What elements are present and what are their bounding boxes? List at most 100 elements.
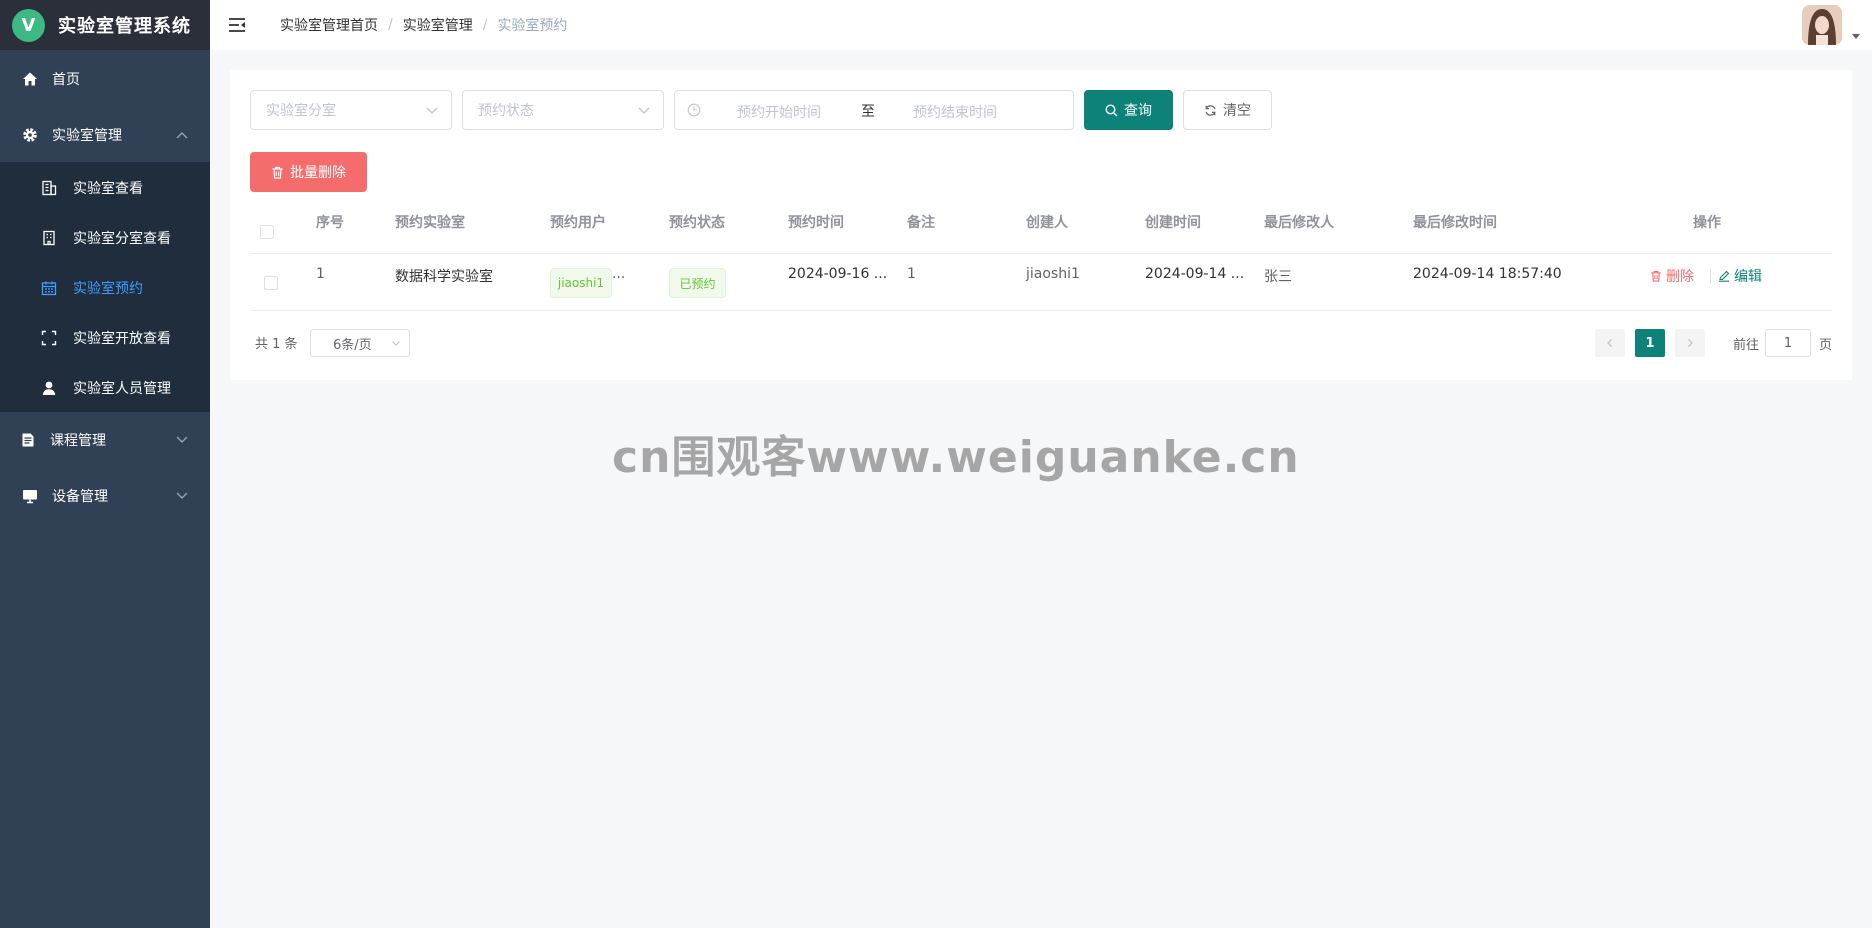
sidebar-item-course-management[interactable]: 课程管理 [0,412,210,468]
sidebar-subitem-lab-view[interactable]: 实验室查看 [0,163,210,213]
trash-icon [271,166,284,179]
status-select[interactable]: 预约状态 [462,90,664,130]
query-button-label: 查询 [1124,103,1152,119]
cell-user-more: ... [612,266,626,282]
top-header: 实验室管理首页 / 实验室管理 / 实验室预约 [210,0,1872,50]
sidebar-subitem-label: 实验室分室查看 [73,231,171,247]
goto-page-input[interactable]: 1 [1765,329,1811,357]
cell-created: 2024-09-14 ... [1145,266,1245,282]
date-range-picker[interactable]: 预约开始时间 至 预约结束时间 [674,90,1074,130]
room-select[interactable]: 实验室分室 [250,90,452,130]
chevron-down-icon [425,103,439,117]
menu-toggle-icon[interactable] [228,17,246,33]
col-actions: 操作 [1693,215,1721,231]
cell-modified: 2024-09-14 18:57:40 [1413,266,1562,282]
sidebar: V 实验室管理系统 首页 实验室管理 实验室查看 实验室分室查看 实验室预约 实… [0,0,210,928]
building-icon [41,180,57,196]
clear-button[interactable]: 清空 [1183,90,1272,130]
table-row-divider [250,310,1832,311]
breadcrumb-home[interactable]: 实验室管理首页 [280,15,378,35]
document-icon [19,431,37,449]
delete-button[interactable]: 删除 [1650,266,1694,286]
status-badge: 已预约 [669,268,726,298]
user-icon [41,380,57,396]
chevron-down-icon [176,433,188,447]
sidebar-subitem-room-view[interactable]: 实验室分室查看 [0,213,210,263]
sidebar-subitem-reservation[interactable]: 实验室预约 [0,263,210,313]
next-page-button[interactable] [1675,329,1705,357]
chevron-left-icon [1605,338,1615,348]
page-size-value: 6条/页 [333,337,372,353]
row-checkbox[interactable] [264,276,278,290]
sidebar-subitem-label: 实验室人员管理 [73,381,171,397]
sidebar-subitem-label: 实验室预约 [73,281,143,297]
page-number-current[interactable]: 1 [1635,329,1665,357]
col-user: 预约用户 [550,215,606,231]
user-tag: jiaoshi1 [550,268,612,298]
col-lab: 预约实验室 [395,215,465,231]
col-index: 序号 [316,215,344,231]
cell-creator: jiaoshi1 [1026,266,1080,282]
edit-label: 编辑 [1734,269,1762,285]
sidebar-item-device-management[interactable]: 设备管理 [0,468,210,524]
monitor-icon [21,487,39,505]
sidebar-item-label: 首页 [52,72,80,88]
col-creator: 创建人 [1026,215,1068,231]
end-date-input[interactable]: 预约结束时间 [913,102,997,122]
col-created: 创建时间 [1145,215,1201,231]
query-button[interactable]: 查询 [1084,90,1173,130]
prev-page-button[interactable] [1595,329,1625,357]
sidebar-subitem-staff[interactable]: 实验室人员管理 [0,363,210,413]
office-building-icon [41,230,57,246]
search-icon [1105,103,1118,117]
sidebar-item-label: 实验室管理 [52,128,122,144]
chevron-down-icon [176,489,188,503]
cell-time: 2024-09-16 ... [788,266,888,282]
chevron-up-icon [176,128,188,142]
action-divider [1710,270,1711,284]
user-avatar[interactable] [1802,5,1842,45]
col-status: 预约状态 [669,215,725,231]
select-all-checkbox[interactable] [260,225,274,239]
sidebar-item-home[interactable]: 首页 [0,51,210,107]
start-date-input[interactable]: 预约开始时间 [737,102,821,122]
sidebar-item-label: 设备管理 [52,489,108,505]
clock-icon [687,103,701,117]
main-card: 实验室分室 预约状态 预约开始时间 至 预约结束时间 查询 清空 批量删除 序号… [230,70,1852,380]
chevron-right-icon [1685,338,1695,348]
room-select-placeholder: 实验室分室 [266,103,336,119]
edit-button[interactable]: 编辑 [1718,266,1762,286]
sidebar-subitem-label: 实验室开放查看 [73,331,171,347]
cell-lab: 数据科学实验室 [395,269,493,285]
chevron-down-icon [637,103,651,117]
cell-index: 1 [316,266,325,282]
clear-button-label: 清空 [1223,103,1251,119]
page-suffix: 页 [1819,338,1833,353]
sidebar-subitem-open-view[interactable]: 实验室开放查看 [0,313,210,363]
breadcrumb-current: 实验室预约 [497,18,568,34]
sidebar-item-lab-management[interactable]: 实验室管理 [0,107,210,163]
goto-label: 前往 [1733,338,1760,353]
batch-delete-button[interactable]: 批量删除 [250,152,367,192]
breadcrumb-lab-management[interactable]: 实验室管理 [403,15,473,35]
range-separator: 至 [861,104,875,120]
col-time: 预约时间 [788,215,844,231]
breadcrumb-separator: / [482,17,488,33]
col-remark: 备注 [907,215,935,231]
edit-icon [1718,270,1730,282]
watermark: cn围观客www.weiguanke.cn [612,432,1300,483]
sidebar-subitem-label: 实验室查看 [73,181,143,197]
sidebar-item-label: 课程管理 [50,433,106,449]
breadcrumb-separator: / [388,17,393,33]
gear-icon [21,126,39,144]
app-logo[interactable]: V 实验室管理系统 [0,0,210,50]
page-size-select[interactable]: 6条/页 [310,329,410,357]
caret-down-icon[interactable] [1852,32,1860,43]
col-modified: 最后修改时间 [1413,215,1497,231]
cell-modifier: 张三 [1264,269,1292,285]
status-select-placeholder: 预约状态 [478,103,534,119]
delete-label: 删除 [1666,269,1694,285]
batch-delete-label: 批量删除 [290,165,346,181]
table-header-divider [250,253,1832,254]
calendar-icon [41,280,57,296]
